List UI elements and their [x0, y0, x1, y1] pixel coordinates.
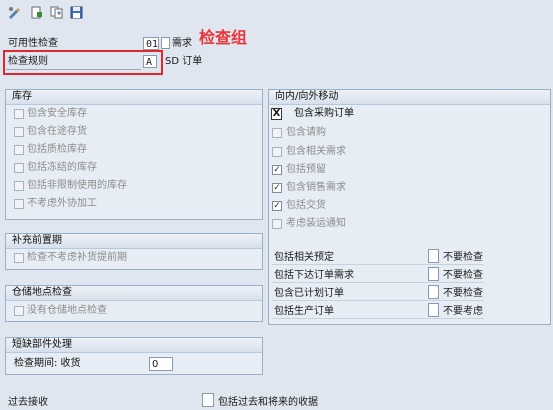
checking-rule-input[interactable]: A — [143, 55, 157, 68]
row-label-production-orders: 包括生产订单 — [274, 306, 334, 317]
save-icon[interactable] — [70, 6, 83, 19]
label-deliveries: 包括交货 — [286, 200, 326, 211]
label-purchase-reqs: 包含请购 — [286, 127, 326, 138]
checkbox-safety-stock[interactable] — [14, 109, 24, 119]
search-help-icon[interactable] — [161, 37, 170, 49]
check-period-label: 检查期间: 收货 — [14, 358, 81, 369]
checkbox-no-storage-check[interactable] — [14, 306, 24, 316]
label-no-storage-check: 没有仓储地点检查 — [27, 305, 107, 316]
label-transit-stock: 包含在途存货 — [27, 126, 87, 137]
label-no-rlt: 检查不考虑补货提前期 — [27, 252, 127, 263]
checkbox-qi-stock[interactable] — [14, 145, 24, 155]
checkbox-deliveries[interactable]: ✓ — [272, 201, 282, 211]
label-purchase-orders: 包含采购订单 — [294, 108, 354, 119]
row-label-planned-orders: 包含已计划订单 — [274, 288, 344, 299]
checkbox-dependent-reqs[interactable] — [272, 147, 282, 157]
checkbox-unrestricted-stock[interactable] — [14, 181, 24, 191]
row-select-dependent-reservations[interactable] — [428, 249, 439, 263]
label-dependent-reqs: 包含相关需求 — [286, 146, 346, 157]
toolbar — [0, 0, 553, 26]
row-value-dependent-reservations: 不要检查 — [443, 252, 483, 263]
checking-rule-desc: SD 订单 — [165, 56, 203, 67]
field-underline — [6, 69, 141, 70]
check-period-input[interactable]: 0 — [149, 357, 173, 371]
missing-parts-group-title: 短缺部件处理 — [6, 338, 262, 353]
label-shipping-notif: 考虑装运通知 — [286, 218, 346, 229]
past-future-checkbox[interactable] — [202, 393, 214, 407]
checkbox-no-rlt[interactable] — [14, 253, 24, 263]
checkbox-shipping-notif[interactable] — [272, 219, 282, 229]
row-value-planned-orders: 不要检查 — [443, 288, 483, 299]
label-blocked-stock: 包括冻结的库存 — [27, 162, 97, 173]
label-reservations: 包括预留 — [286, 164, 326, 175]
copy-icon[interactable] — [50, 6, 63, 19]
label-qi-stock: 包括质检库存 — [27, 144, 87, 155]
replenishment-group-title: 补充前置期 — [6, 234, 262, 249]
label-sales-reqs: 包含销售需求 — [286, 182, 346, 193]
create-icon[interactable] — [30, 6, 43, 19]
row-value-released-order-reqs: 不要检查 — [443, 270, 483, 281]
checkbox-transit-stock[interactable] — [14, 127, 24, 137]
row-select-released-order-reqs[interactable] — [428, 267, 439, 281]
annotation-text: 检查组 — [199, 28, 248, 47]
row-label-dependent-reservations: 包括相关预定 — [274, 252, 334, 263]
row-label-released-order-reqs: 包括下达订单需求 — [274, 270, 354, 281]
row-select-production-orders[interactable] — [428, 303, 439, 317]
availability-check-label: 可用性检查 — [8, 38, 58, 49]
label-subcontracting: 不考虑外协加工 — [27, 198, 97, 209]
label-unrestricted-stock: 包括非限制使用的库存 — [27, 180, 127, 191]
checkbox-sales-reqs[interactable]: ✓ — [272, 183, 282, 193]
past-future-label: 包括过去和将来的收据 — [218, 397, 318, 408]
checkbox-purchase-reqs[interactable] — [272, 128, 282, 138]
label-safety-stock: 包含安全库存 — [27, 108, 87, 119]
stock-group-title: 库存 — [6, 90, 262, 105]
past-receipts-label: 过去接收 — [8, 397, 48, 408]
checkbox-blocked-stock[interactable] — [14, 163, 24, 173]
inout-movements-group-title: 向内/向外移动 — [269, 90, 550, 105]
row-value-production-orders: 不要考虑 — [443, 306, 483, 317]
storage-location-group-title: 仓储地点检查 — [6, 286, 262, 301]
checkbox-reservations[interactable]: ✓ — [272, 165, 282, 175]
row-select-planned-orders[interactable] — [428, 285, 439, 299]
checking-rule-label: 检查规则 — [8, 56, 48, 67]
availability-check-desc: 需求 — [172, 38, 192, 49]
display-change-icon[interactable] — [8, 6, 21, 19]
checkbox-subcontracting[interactable] — [14, 199, 24, 209]
availability-check-input[interactable]: 01 — [143, 37, 159, 50]
checkbox-purchase-orders[interactable]: X — [271, 108, 282, 120]
